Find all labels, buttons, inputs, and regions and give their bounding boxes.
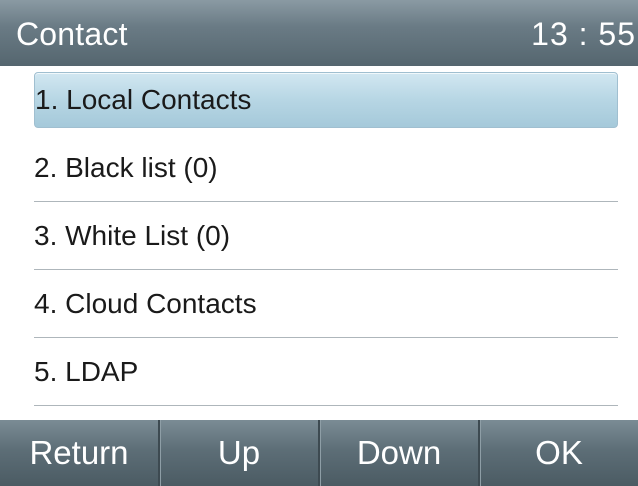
up-button[interactable]: Up xyxy=(158,420,318,486)
menu-item-white-list[interactable]: 3. White List (0) xyxy=(34,202,618,270)
ok-button[interactable]: OK xyxy=(478,420,638,486)
menu-item-label: 2. Black list (0) xyxy=(34,151,218,183)
title-bar: Contact 13 : 55 xyxy=(0,0,638,66)
phone-screen: Contact 13 : 55 1. Local Contacts 2. Bla… xyxy=(0,0,638,486)
menu-item-label: 4. Cloud Contacts xyxy=(34,287,257,319)
menu-item-label: 3. White List (0) xyxy=(34,219,231,251)
menu-item-cloud-contacts[interactable]: 4. Cloud Contacts xyxy=(34,270,618,338)
menu-item-black-list[interactable]: 2. Black list (0) xyxy=(34,134,618,202)
contact-menu: 1. Local Contacts 2. Black list (0) 3. W… xyxy=(34,66,618,418)
softkey-bar: Return Up Down OK xyxy=(0,420,638,486)
menu-item-local-contacts[interactable]: 1. Local Contacts xyxy=(34,72,618,128)
return-button[interactable]: Return xyxy=(0,420,158,486)
page-title: Contact xyxy=(16,16,128,52)
menu-item-label: 5. LDAP xyxy=(34,355,139,387)
menu-item-label: 1. Local Contacts xyxy=(35,84,252,115)
down-button[interactable]: Down xyxy=(318,420,478,486)
clock: 13 : 55 xyxy=(531,16,636,52)
menu-item-ldap[interactable]: 5. LDAP xyxy=(34,338,618,406)
